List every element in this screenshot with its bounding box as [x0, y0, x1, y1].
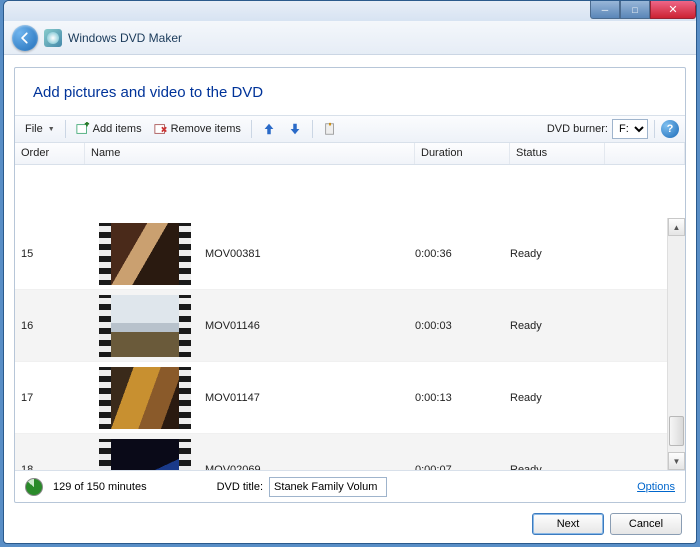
dvd-title-label: DVD title: — [217, 481, 263, 493]
arrow-up-icon — [262, 122, 276, 136]
app-title: Windows DVD Maker — [68, 31, 182, 45]
cell-name: MOV01146 — [205, 320, 415, 332]
disc-usage-icon — [25, 478, 43, 496]
cell-status: Ready — [510, 320, 605, 332]
cell-thumb — [85, 439, 205, 471]
separator — [654, 120, 655, 138]
cell-duration: 0:00:13 — [415, 392, 510, 404]
table-row[interactable]: 17 MOV011470:00:13Ready — [15, 362, 667, 434]
col-status[interactable]: Status — [510, 143, 605, 164]
cell-thumb — [85, 367, 205, 429]
chevron-down-icon: ▼ — [48, 126, 55, 133]
close-button[interactable]: ✕ — [650, 1, 696, 19]
titlebar: ─ □ ✕ — [4, 1, 696, 21]
film-thumbnail — [99, 223, 191, 285]
scroll-track[interactable] — [668, 236, 685, 452]
column-headers: Order Name Duration Status — [15, 143, 685, 165]
back-button[interactable] — [12, 25, 38, 51]
dialog-buttons: Next Cancel — [532, 513, 682, 535]
window-controls: ─ □ ✕ — [590, 1, 696, 19]
film-thumbnail — [99, 295, 191, 357]
cell-name: MOV00381 — [205, 248, 415, 260]
scroll-down-button[interactable]: ▼ — [668, 452, 685, 470]
cell-order: 15 — [15, 248, 85, 260]
footer: 129 of 150 minutes DVD title: Options — [15, 470, 685, 502]
minutes-used: 129 of 150 minutes — [53, 481, 147, 493]
cell-status: Ready — [510, 248, 605, 260]
properties-button[interactable] — [319, 120, 341, 138]
app-window: ─ □ ✕ Windows DVD Maker Add pictures and… — [3, 0, 697, 544]
options-link[interactable]: Options — [637, 481, 675, 493]
cell-name: MOV01147 — [205, 392, 415, 404]
add-items-button[interactable]: Add items — [72, 120, 146, 138]
remove-items-button[interactable]: Remove items — [150, 120, 245, 138]
table-row[interactable]: 15 MOV003810:00:36Ready — [15, 218, 667, 290]
col-duration[interactable]: Duration — [415, 143, 510, 164]
list-inner: 15MOV003810:00:36Ready16MOV011460:00:03R… — [15, 218, 667, 470]
scroll-thumb[interactable] — [669, 416, 684, 446]
maximize-button[interactable]: □ — [620, 1, 650, 19]
app-icon — [44, 29, 62, 47]
move-up-button[interactable] — [258, 120, 280, 138]
minimize-button[interactable]: ─ — [590, 1, 620, 19]
remove-items-label: Remove items — [171, 123, 241, 135]
cell-order: 16 — [15, 320, 85, 332]
col-order[interactable]: Order — [15, 143, 85, 164]
dvd-title-input[interactable] — [269, 477, 387, 497]
film-thumbnail — [99, 367, 191, 429]
col-spacer — [605, 143, 685, 164]
col-name[interactable]: Name — [85, 143, 415, 164]
burner-select[interactable]: F: — [612, 119, 648, 139]
file-label: File — [25, 123, 43, 135]
help-button[interactable]: ? — [661, 120, 679, 138]
cell-status: Ready — [510, 392, 605, 404]
table-row[interactable]: 18MOV020690:00:07Ready — [15, 434, 667, 470]
cell-thumb — [85, 295, 205, 357]
nav-bar: Windows DVD Maker — [4, 21, 696, 55]
cell-order: 17 — [15, 392, 85, 404]
table-row[interactable]: 16 MOV011460:00:03Ready — [15, 290, 667, 362]
add-items-label: Add items — [93, 123, 142, 135]
remove-icon — [154, 122, 168, 136]
file-menu[interactable]: File ▼ — [21, 121, 59, 137]
cell-duration: 0:00:03 — [415, 320, 510, 332]
toolbar: File ▼ Add items Remove items — [15, 115, 685, 143]
cell-duration: 0:00:36 — [415, 248, 510, 260]
next-button[interactable]: Next — [532, 513, 604, 535]
separator — [312, 120, 313, 138]
add-icon — [76, 122, 90, 136]
scrollbar[interactable]: ▲ ▼ — [667, 218, 685, 470]
burner-label: DVD burner: — [547, 123, 608, 135]
arrow-down-icon — [288, 122, 302, 136]
move-down-button[interactable] — [284, 120, 306, 138]
separator — [251, 120, 252, 138]
scroll-up-button[interactable]: ▲ — [668, 218, 685, 236]
help-icon: ? — [667, 123, 674, 135]
list-area: 15MOV003810:00:36Ready16MOV011460:00:03R… — [15, 218, 685, 470]
page-heading: Add pictures and video to the DVD — [15, 68, 685, 115]
separator — [65, 120, 66, 138]
properties-icon — [323, 122, 337, 136]
film-thumbnail — [99, 439, 191, 471]
cell-thumb — [85, 223, 205, 285]
content-panel: Add pictures and video to the DVD File ▼… — [14, 67, 686, 503]
cancel-button[interactable]: Cancel — [610, 513, 682, 535]
dvd-title-group: DVD title: — [217, 477, 387, 497]
